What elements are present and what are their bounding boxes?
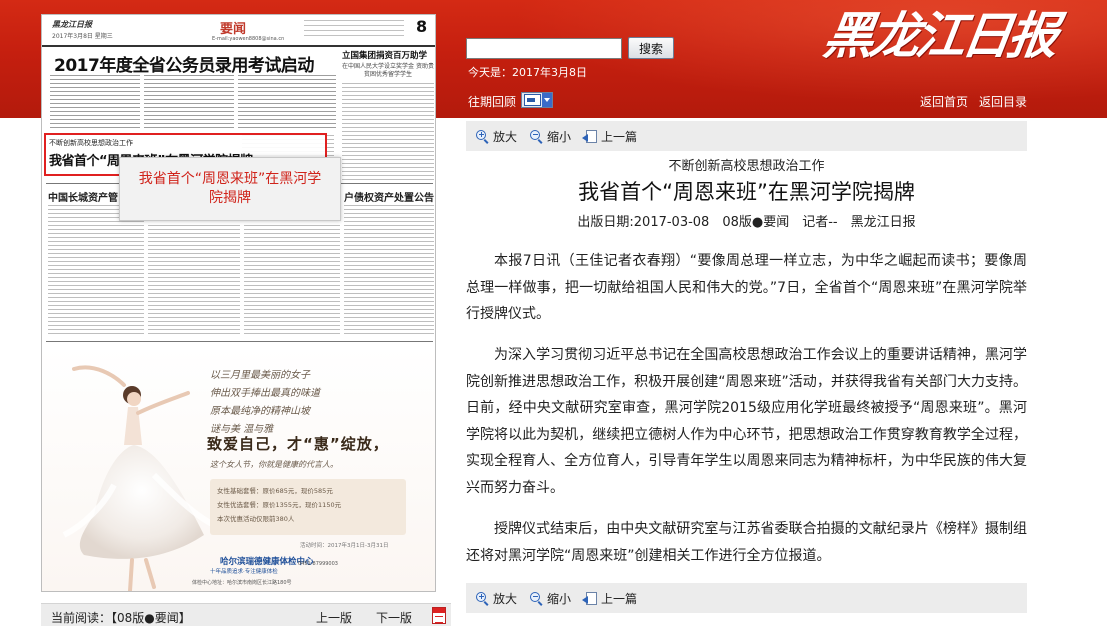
prev-article-button[interactable]: 上一篇 (582, 128, 637, 145)
text-column (244, 225, 340, 335)
page-masthead: 黑龙江日报 (52, 19, 92, 29)
ad-address: 体检中心地址：哈尔滨市南岗区长江路180号 (192, 580, 292, 586)
previous-article-icon (582, 129, 598, 144)
text-column (342, 83, 434, 181)
page-side-headline[interactable]: 立国集团捐资百万助学 (342, 51, 434, 62)
article-meta: 出版日期:2017-03-08 08版●要闻 记者-- 黑龙江日报 (577, 215, 916, 230)
zoom-in-button[interactable]: 放大 (476, 590, 517, 607)
article-toolbar-top: 放大 缩小 上一篇 (466, 121, 1027, 151)
zoom-out-icon (530, 591, 544, 606)
dancer-illustration (62, 365, 216, 591)
previous-article-icon (582, 591, 598, 606)
text-column (144, 75, 234, 130)
article-paragraph: 本报7日讯（王佳记者衣春翔）“要像周总理一样立志，为中华之崛起而读书；要像周总理… (466, 253, 1027, 322)
text-column (344, 205, 434, 335)
zoom-in-button[interactable]: 放大 (476, 128, 517, 145)
zoom-out-button[interactable]: 缩小 (530, 590, 571, 607)
chevron-down-icon (542, 93, 552, 107)
page-date: 2017年3月8日 星期三 (52, 33, 113, 40)
ad-brand-tagline: 十年品质追求·专注健康体检 (210, 569, 278, 575)
page-side-subtitle: 在中国人民大学设立奖学金 资助贵贫困优秀留学学生 (342, 63, 434, 78)
article-headline: 我省首个“周恩来班”在黑河学院揭牌 (578, 180, 915, 204)
reading-bar: 当前阅读：【08版●要闻】 上一版 下一版 (41, 603, 451, 626)
ad-poem-line: 原本最纯净的精神山坡 (210, 406, 310, 417)
calendar-picker[interactable] (521, 92, 553, 108)
zoom-in-label: 放大 (493, 130, 518, 144)
back-home-link[interactable]: 返回首页 (920, 93, 968, 110)
advertisement[interactable]: 以三月里最美丽的女子 伸出双手捧出最真的味道 原本最纯净的精神山坡 谜与美 温与… (42, 347, 435, 591)
page-header: 黑龙江日报 2017年3月8日 星期三 要闻 E-mail:yaowen8808… (42, 15, 435, 47)
search-input[interactable] (466, 38, 622, 59)
notice-title-right: 户债权资产处置公告 (344, 193, 434, 204)
page-email: E-mail:yaowen8808@sina.cn (212, 36, 285, 42)
page-section: 要闻 (220, 22, 247, 37)
zoom-in-icon (476, 591, 490, 606)
ad-poem: 以三月里最美丽的女子 伸出双手捧出最真的味道 原本最纯净的精神山坡 谜与美 温与… (210, 367, 420, 439)
ad-offer-line: 女性优选套餐：原价1355元，现价1150元 (217, 501, 342, 509)
ad-date: 活动时间：2017年3月1日-3月31日 (300, 543, 389, 549)
zoom-in-icon (476, 129, 490, 144)
page-divider (46, 341, 433, 342)
zoom-out-icon (530, 129, 544, 144)
prev-article-button[interactable]: 上一篇 (582, 590, 637, 607)
ad-poem-line: 以三月里最美丽的女子 (210, 370, 310, 381)
ad-offer-line: 本次优惠活动仅限前380人 (217, 515, 295, 523)
text-column (48, 205, 144, 335)
ad-offer-line: 女性基础套餐：原价685元，现价585元 (217, 487, 333, 495)
today-date: 今天是：2017年3月8日 (468, 66, 587, 79)
article-paragraph: 为深入学习贯彻习近平总书记在全国高校思想政治工作会议上的重要讲话精神，黑河学院创… (466, 347, 1027, 496)
hotspot-tooltip: 我省首个“周恩来班”在黑河学院揭牌 (119, 157, 341, 221)
newspaper-page-image[interactable]: 黑龙江日报 2017年3月8日 星期三 要闻 E-mail:yaowen8808… (41, 14, 436, 592)
notice-title-left: 中国长城资产管 (48, 193, 118, 204)
article-paragraph: 授牌仪式结束后，由中央文献研究室与江苏省委联合拍摄的文献纪录片《榜样》摄制组还将… (466, 521, 1027, 564)
article-kicker: 不断创新高校思想政治工作 (668, 159, 825, 174)
text-column (238, 75, 336, 130)
newspaper-logo[interactable]: 黑龙江日报 (820, 4, 1058, 68)
ad-phone: 0451-87999003 (298, 561, 338, 567)
ad-slogan-sub: 这个女人节，你就是健康的代言人。 (210, 460, 338, 469)
zoom-out-button[interactable]: 缩小 (530, 128, 571, 145)
ad-offer-box: 女性基础套餐：原价685元，现价585元 女性优选套餐：原价1355元，现价11… (210, 479, 406, 535)
search-button[interactable]: 搜索 (628, 37, 674, 59)
ad-slogan: 致爱自己，才“惠”绽放， (207, 435, 389, 453)
zoom-in-label: 放大 (493, 592, 518, 606)
current-reading: 当前阅读：【08版●要闻】 (51, 611, 191, 625)
zoom-out-label: 缩小 (547, 130, 572, 144)
text-column (148, 225, 240, 335)
page-number: 8 (416, 17, 428, 36)
history-label: 往期回顾 (468, 95, 517, 109)
prev-article-label: 上一篇 (601, 130, 638, 144)
prev-article-label: 上一篇 (601, 592, 638, 606)
next-page-link[interactable]: 下一版 (376, 609, 412, 626)
article-toolbar-bottom: 放大 缩小 上一篇 (466, 583, 1027, 613)
page-contact-lines (304, 20, 404, 40)
hotspot-kicker: 不断创新高校思想政治工作 (49, 139, 133, 147)
zoom-out-label: 缩小 (547, 592, 572, 606)
calendar-icon (524, 94, 542, 106)
pdf-icon[interactable] (432, 607, 446, 624)
prev-page-link[interactable]: 上一版 (316, 609, 352, 626)
text-column (50, 75, 140, 130)
page-lead-headline[interactable]: 2017年度全省公务员录用考试启动 (54, 51, 314, 76)
ad-poem-line: 伸出双手捧出最真的味道 (210, 388, 320, 399)
back-directory-link[interactable]: 返回目录 (979, 93, 1027, 110)
